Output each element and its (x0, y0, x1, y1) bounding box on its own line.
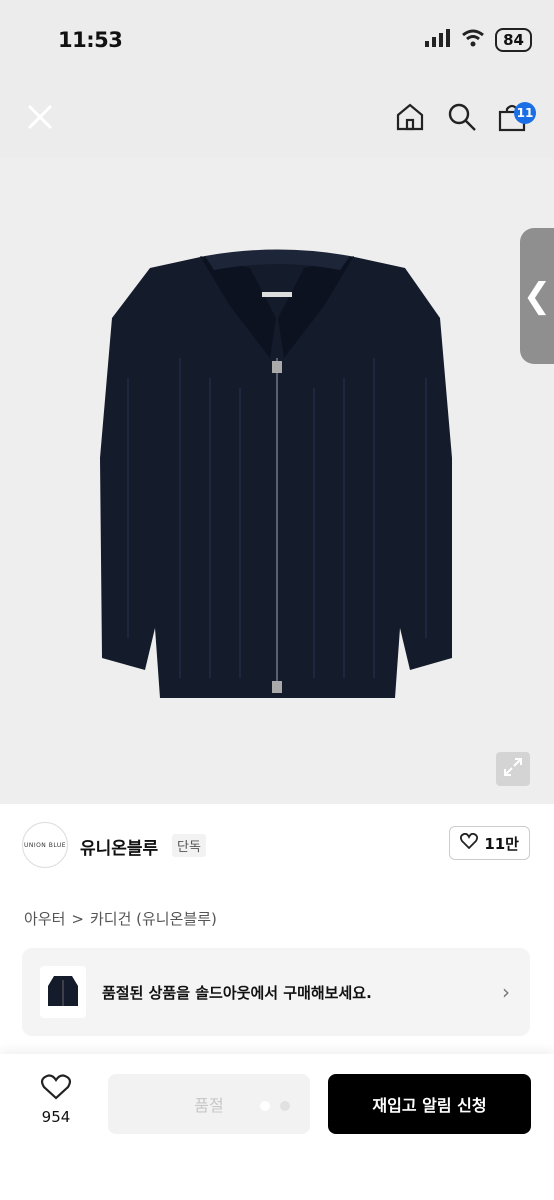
bottom-action-bar: 954 품절 재입고 알림 신청 (0, 1054, 554, 1200)
heart-icon (460, 832, 479, 853)
top-nav: 11 (0, 80, 554, 158)
home-icon (394, 101, 426, 137)
heart-icon (40, 1074, 72, 1104)
soldout-banner[interactable]: 품절된 상품을 솔드아웃에서 구매해보세요. › (22, 948, 530, 1036)
brand-name[interactable]: 유니온블루 (80, 834, 158, 859)
breadcrumb-subcategory[interactable]: 카디건 (유니온블루) (90, 908, 217, 929)
expand-icon (502, 756, 524, 782)
close-button[interactable] (20, 80, 60, 158)
product-image[interactable] (0, 158, 554, 804)
restock-label: 재입고 알림 신청 (372, 1096, 487, 1115)
banner-thumbnail (40, 966, 86, 1018)
search-button[interactable] (444, 80, 480, 158)
brand-logo-text: UNION BLUE (23, 841, 67, 849)
expand-image-button[interactable] (496, 752, 530, 786)
pager-dot-active (260, 1101, 270, 1111)
breadcrumb-separator: > (71, 909, 84, 928)
wishlist-count: 954 (41, 1108, 71, 1126)
brand-logo[interactable]: UNION BLUE (22, 822, 68, 868)
image-pager-dots (260, 1101, 290, 1111)
close-icon (25, 102, 55, 136)
cart-button[interactable]: 11 (496, 80, 536, 158)
wishlist-button[interactable]: 954 (28, 1074, 84, 1126)
status-bar: 11:53 84 (0, 0, 554, 80)
brand-like-count: 11만 (484, 834, 519, 853)
home-button[interactable] (392, 80, 428, 158)
wifi-icon (461, 29, 485, 51)
signal-icon (425, 29, 451, 51)
exclusive-badge: 단독 (172, 834, 206, 857)
status-icons: 84 (425, 28, 532, 52)
battery-indicator: 84 (495, 28, 532, 52)
cardigan-image (100, 249, 452, 698)
banner-text: 품절된 상품을 솔드아웃에서 구매해보세요. (102, 983, 372, 1002)
breadcrumb: 아우터 > 카디건 (유니온블루) (24, 908, 217, 929)
status-time: 11:53 (58, 28, 123, 52)
side-panel-tab[interactable]: ❮ (520, 228, 554, 364)
pager-dot (280, 1101, 290, 1111)
restock-alert-button[interactable]: 재입고 알림 신청 (328, 1074, 531, 1134)
brand-like-button[interactable]: 11만 (449, 826, 530, 860)
chevron-right-icon: › (502, 980, 510, 1004)
chevron-left-icon: ❮ (522, 276, 552, 316)
cart-count-badge: 11 (514, 102, 536, 124)
soldout-label: 품절 (194, 1096, 224, 1115)
brand-row: UNION BLUE 유니온블루 단독 11만 (0, 804, 554, 884)
search-icon (447, 102, 477, 136)
breadcrumb-category[interactable]: 아우터 (24, 908, 65, 929)
